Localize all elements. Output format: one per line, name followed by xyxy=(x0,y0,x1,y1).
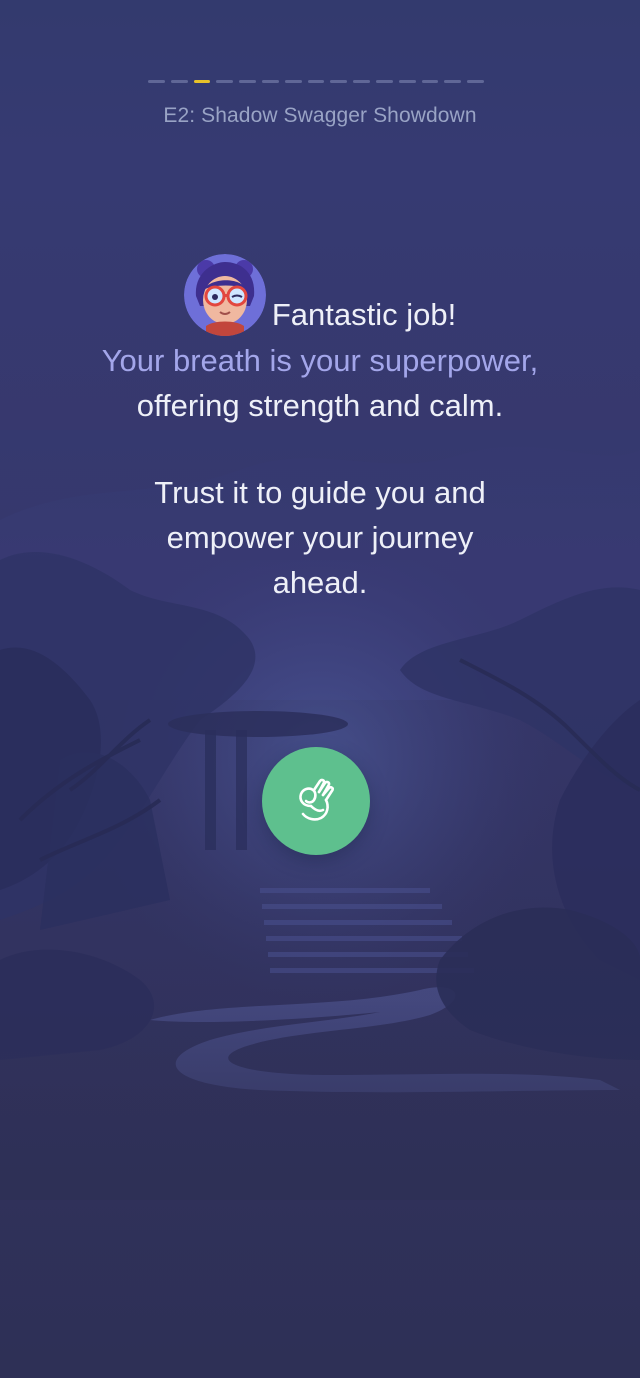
progress-segment xyxy=(398,80,416,83)
progress-segment-current xyxy=(193,80,211,83)
progress-segment xyxy=(330,80,348,83)
highlight-line: Your breath is your superpower, xyxy=(101,343,539,378)
progress-segment xyxy=(170,80,188,83)
message-line-1: offering strength and calm. xyxy=(136,388,504,423)
message-line-3: empower your journey xyxy=(166,520,474,555)
progress-segment xyxy=(353,80,370,83)
character-avatar xyxy=(183,254,266,336)
encouragement-message: Fantastic job! Your breath is your super… xyxy=(40,254,600,605)
message-line-4: ahead. xyxy=(272,565,368,600)
episode-progress xyxy=(148,80,484,83)
progress-segment xyxy=(261,80,279,83)
meditation-screen: E2: Shadow Swagger Showdown Fantastic jo… xyxy=(0,0,640,1378)
ok-hand-icon xyxy=(299,778,334,821)
progress-segment xyxy=(284,80,302,83)
message-line-2: Trust it to guide you and xyxy=(154,475,486,510)
progress-segment xyxy=(444,80,462,83)
progress-segment xyxy=(307,80,325,83)
ok-hand-button[interactable] xyxy=(262,747,370,855)
progress-segment xyxy=(148,80,165,83)
headline-row: Fantastic job! xyxy=(40,254,600,338)
headline-text: Fantastic job! xyxy=(271,297,457,332)
progress-segment xyxy=(375,80,393,83)
episode-title: E2: Shadow Swagger Showdown xyxy=(163,104,477,127)
progress-segment xyxy=(467,80,484,83)
progress-segment xyxy=(239,80,256,83)
garden-path-background xyxy=(0,430,640,1200)
progress-segment xyxy=(421,80,439,83)
progress-segment xyxy=(216,80,234,83)
